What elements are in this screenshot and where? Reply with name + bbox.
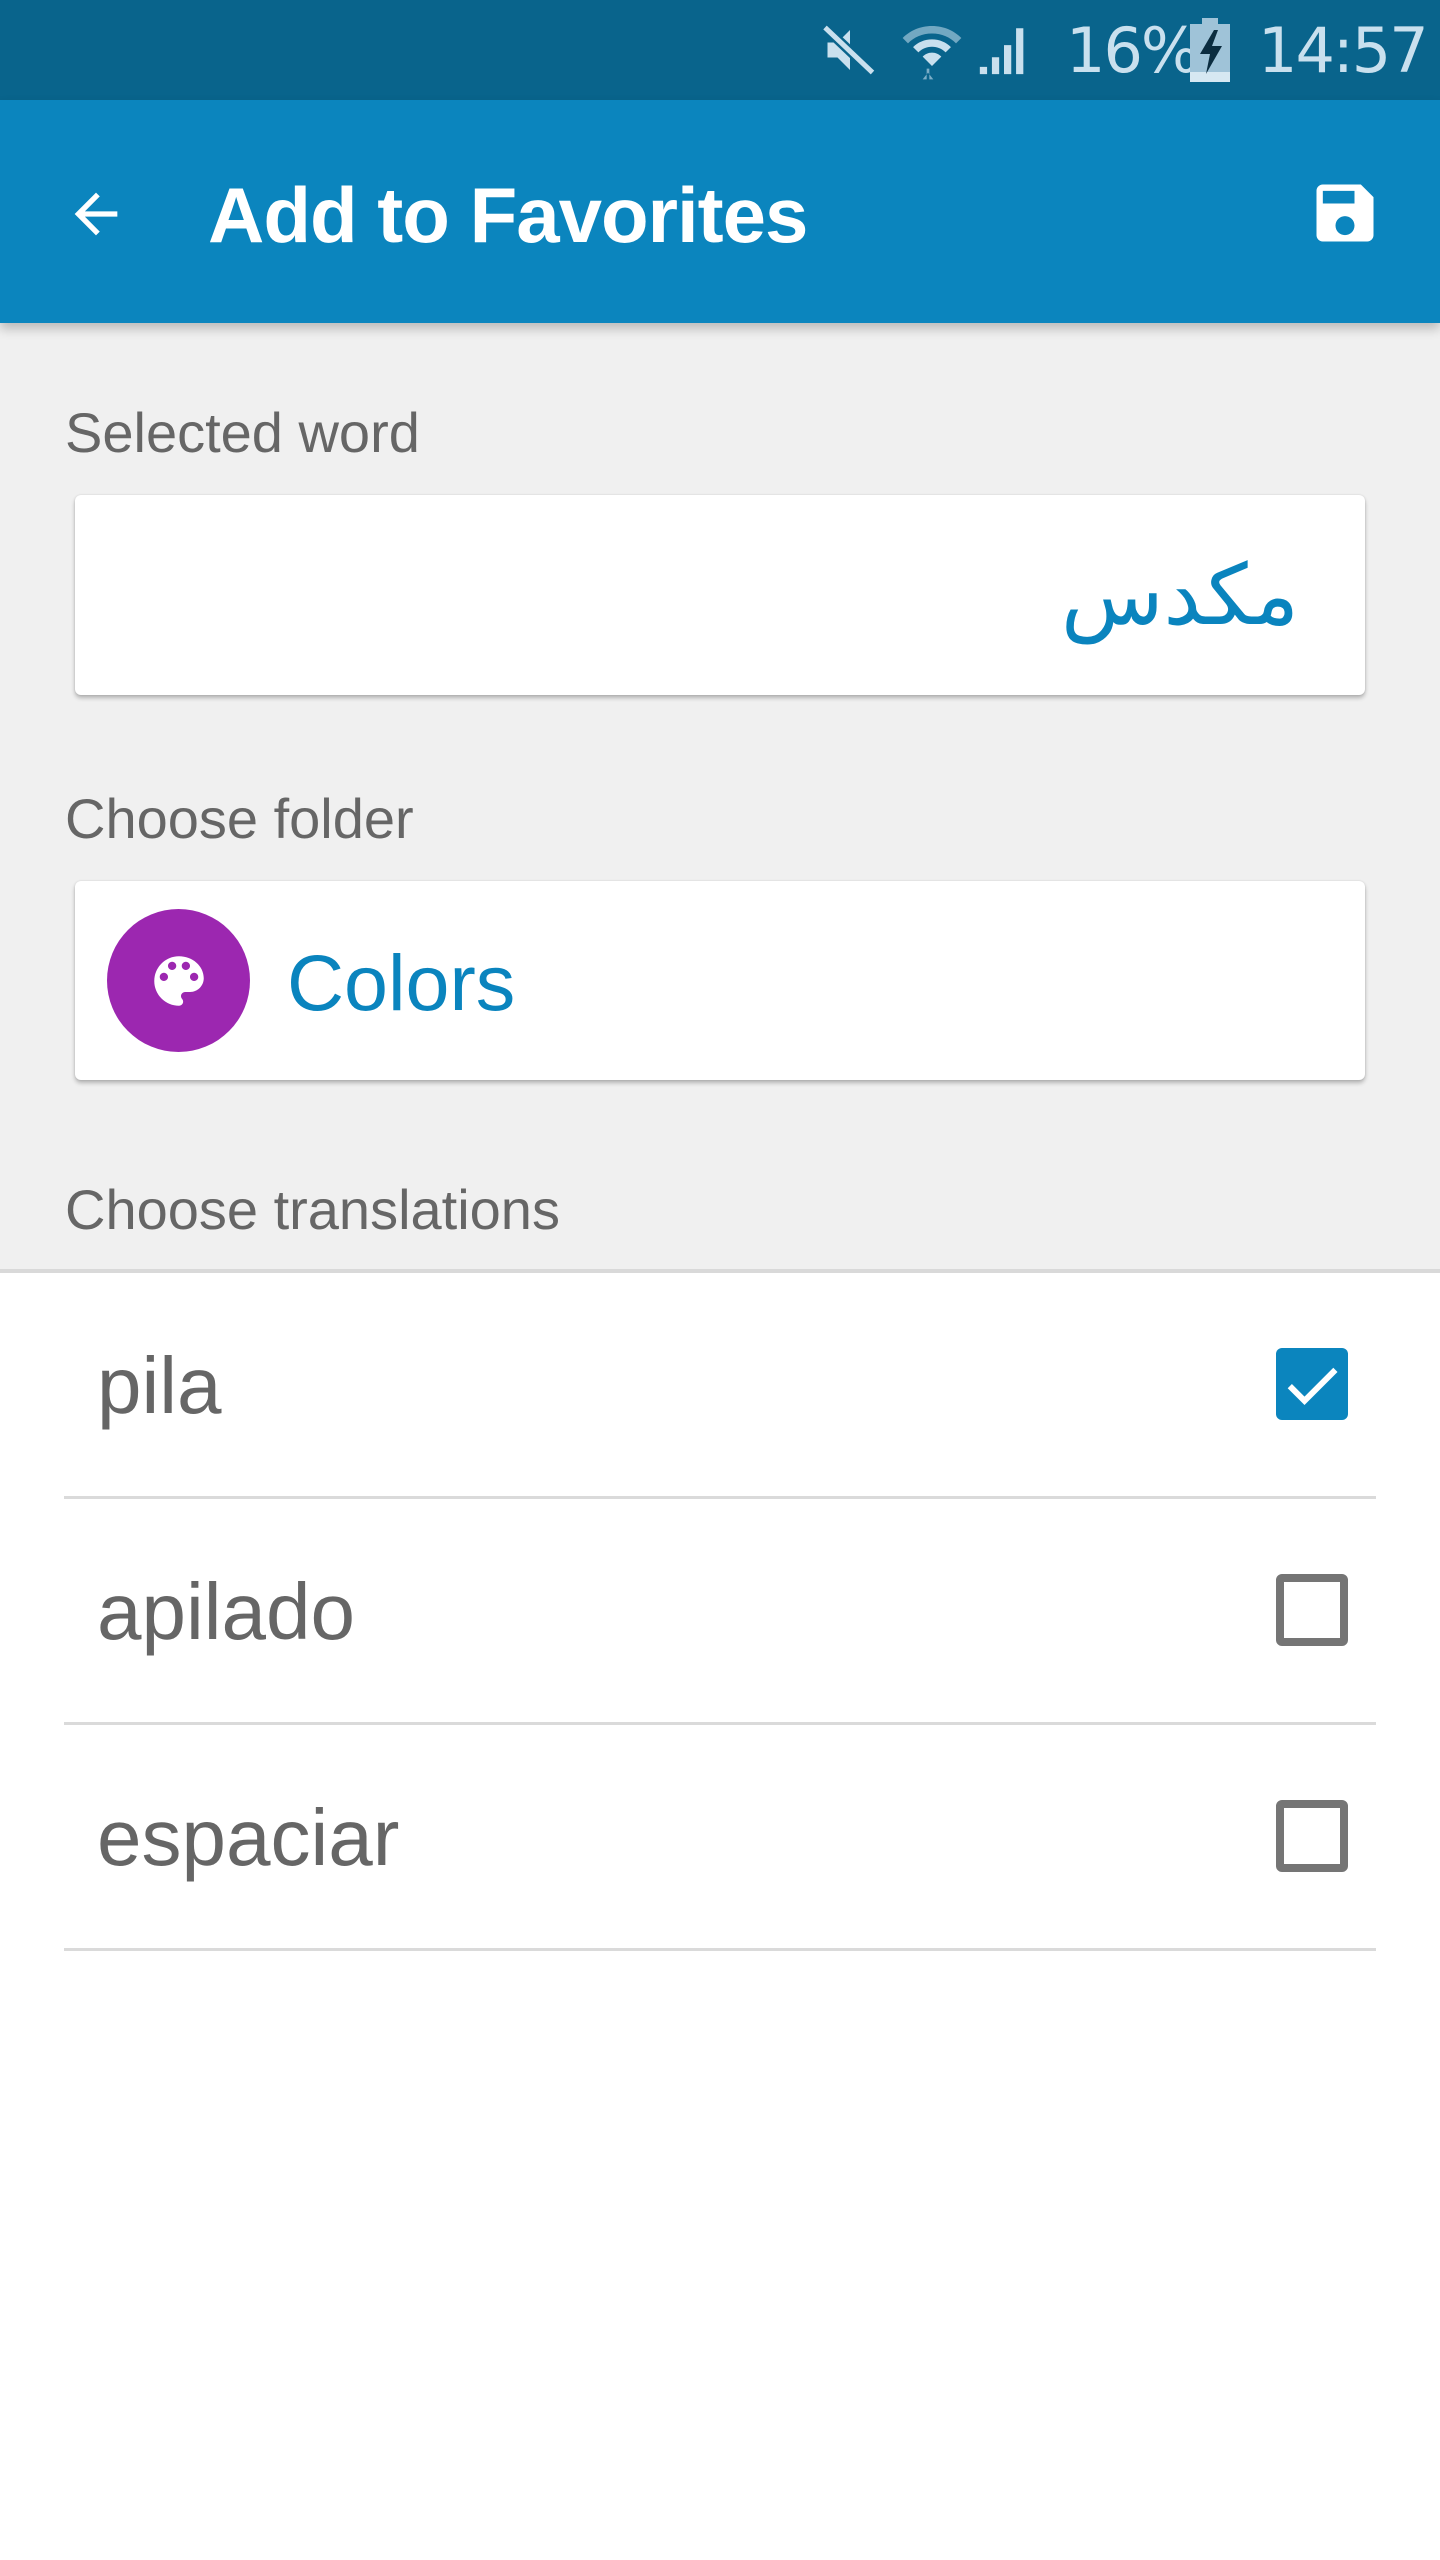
back-button[interactable] [44,162,148,266]
floppy-save-icon [1316,184,1374,242]
choose-translations-label: Choose translations [65,1178,560,1241]
selected-word-field[interactable]: مكدس [75,495,1365,695]
clock: 14:57 [1258,13,1429,87]
selected-word-value: مكدس [1060,546,1299,644]
folder-name: Colors [287,938,516,1027]
battery-percent: 16% [1066,13,1200,87]
palette-icon [153,955,204,1006]
translation-row[interactable]: espaciar [0,1725,1440,1951]
wifi-icon [900,0,964,100]
page-title: Add to Favorites [208,171,808,259]
folder-icon-badge [107,909,250,1052]
status-bar: 16% 14:57 [0,0,1440,100]
translation-label: espaciar [97,1793,400,1882]
form-area: Selected word مكدس Choose folder Colors … [0,323,1440,1271]
translation-checkbox-unchecked[interactable] [1276,1574,1348,1646]
battery-charging-icon [1190,0,1230,100]
row-divider [64,1948,1376,1951]
mute-icon [820,0,880,100]
choose-folder-label: Choose folder [65,787,414,850]
translation-label: apilado [97,1567,356,1656]
arrow-back-icon [74,192,118,236]
app-toolbar: Add to Favorites [0,100,1440,323]
save-button[interactable] [1290,158,1400,268]
cellular-signal-icon [975,0,1033,100]
translation-label: pila [97,1341,222,1430]
folder-selector[interactable]: Colors [75,881,1365,1080]
checkmark-icon [1287,1367,1338,1405]
translation-checkbox-checked[interactable] [1276,1348,1348,1420]
translation-row[interactable]: apilado [0,1499,1440,1725]
translation-row[interactable]: pila [0,1273,1440,1499]
translation-checkbox-unchecked[interactable] [1276,1800,1348,1872]
selected-word-label: Selected word [65,401,420,464]
